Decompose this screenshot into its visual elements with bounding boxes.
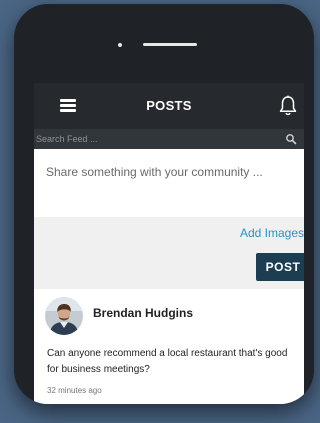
phone-top-bezel [14,4,314,83]
avatar[interactable] [45,297,83,335]
app-header: POSTS [34,83,304,129]
post-text: Can anyone recommend a local restaurant … [47,348,288,375]
compose-box [34,149,304,217]
search-input[interactable] [34,129,274,149]
search-icon[interactable] [285,133,297,145]
app-screen: POSTS Add Images POST [34,83,304,404]
speaker-grille [143,43,197,46]
bell-icon[interactable] [278,95,298,117]
search-bar [34,129,304,149]
phone-frame: POSTS Add Images POST [14,4,314,404]
page-title: POSTS [146,98,192,113]
post-author[interactable]: Brendan Hudgins [93,306,193,320]
feed-post: Brendan Hudgins Can anyone recommend a l… [34,289,304,404]
front-camera-icon [118,43,122,47]
post-button[interactable]: POST [256,253,304,281]
add-images-link[interactable]: Add Images [240,226,304,240]
compose-input[interactable] [34,149,304,217]
post-timestamp: 32 minutes ago [47,386,102,395]
person-photo-icon [45,297,83,335]
